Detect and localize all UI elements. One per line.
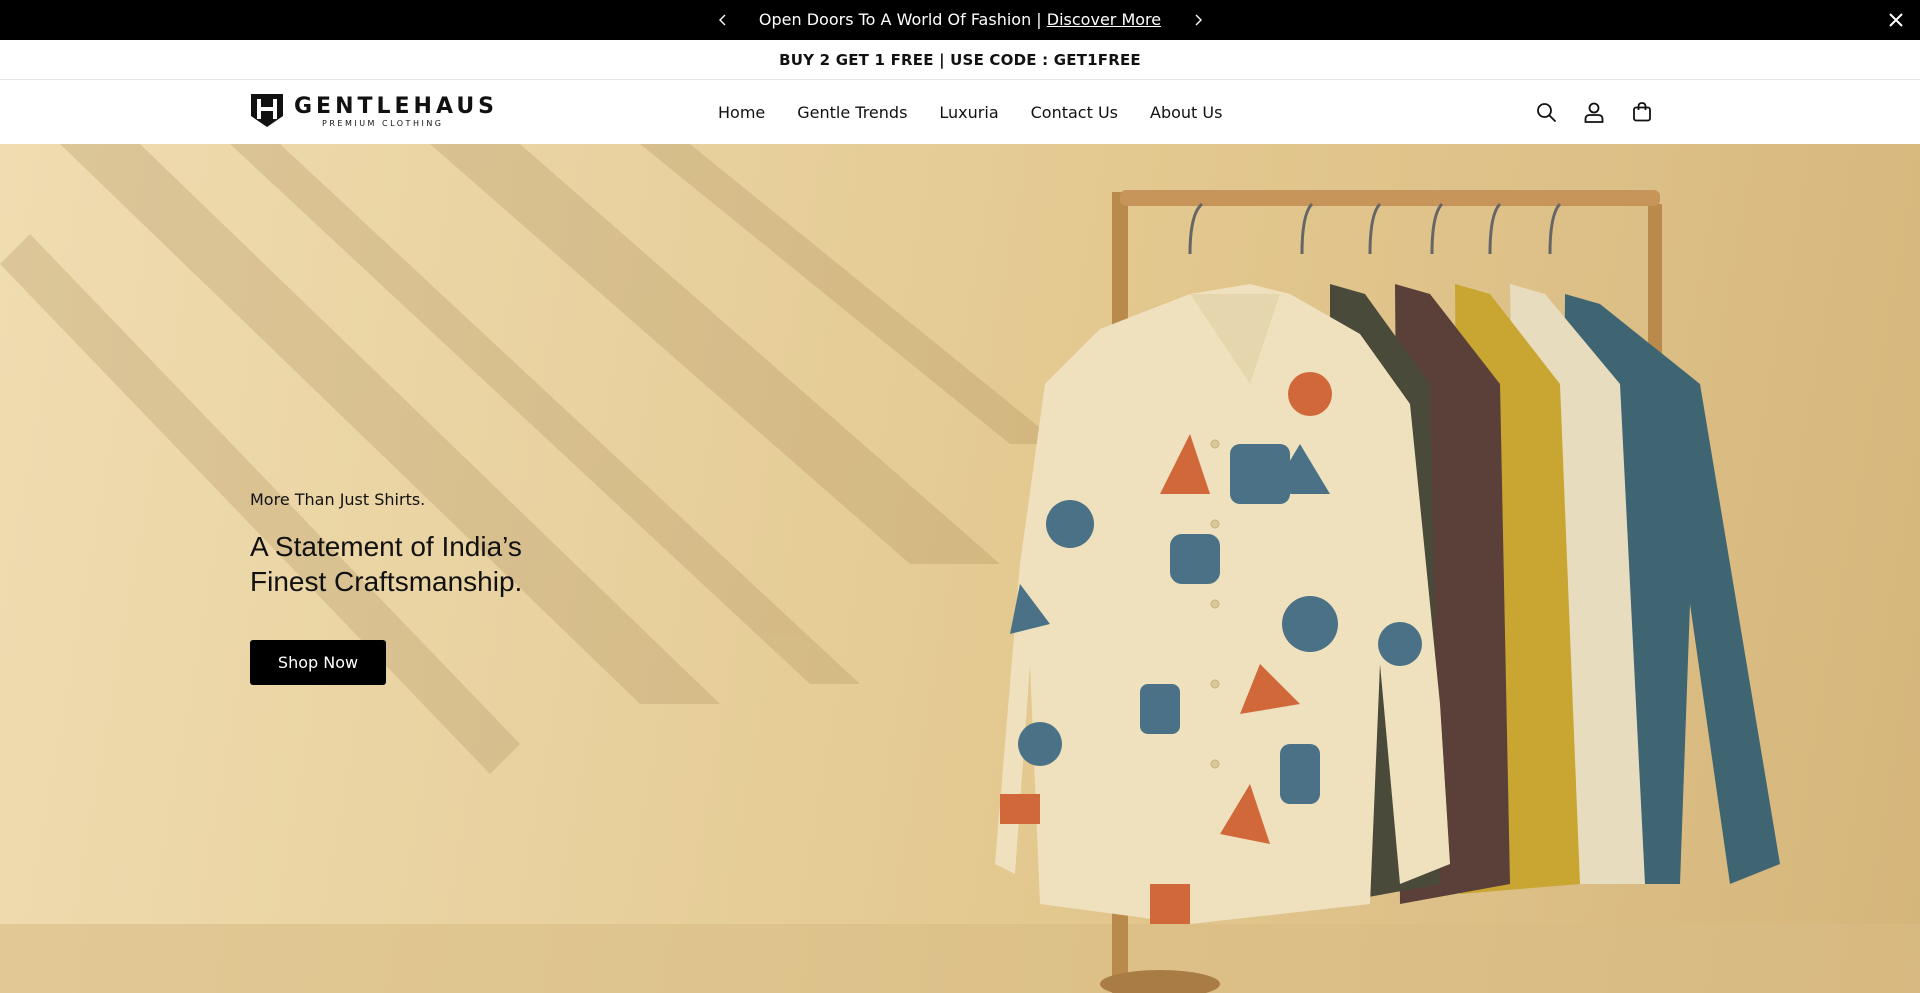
- nav-about-us[interactable]: About Us: [1150, 103, 1222, 122]
- logo-subtitle: PREMIUM CLOTHING: [322, 119, 444, 128]
- hero-text: More Than Just Shirts. A Statement of In…: [250, 490, 670, 685]
- shop-now-button[interactable]: Shop Now: [250, 640, 386, 685]
- promo-bar: BUY 2 GET 1 FREE | USE CODE : GET1FREE: [0, 40, 1920, 80]
- hero-eyebrow: More Than Just Shirts.: [250, 490, 426, 509]
- logo[interactable]: GENTLEHAUS PREMIUM CLOTHING: [250, 92, 494, 130]
- hero-headline-line1: A Statement of India’s: [250, 531, 522, 562]
- chevron-right-icon[interactable]: [1190, 12, 1206, 28]
- announcement-message: Open Doors To A World Of Fashion | Disco…: [0, 0, 1920, 40]
- nav-gentle-trends[interactable]: Gentle Trends: [797, 103, 907, 122]
- logo-brand: GENTLEHAUS: [294, 94, 499, 119]
- hero-headline-line2: Finest Craftsmanship.: [250, 566, 523, 597]
- announcement-text: Open Doors To A World Of Fashion |: [758, 10, 1042, 29]
- hero-headline: A Statement of India’s Finest Craftsmans…: [250, 529, 670, 599]
- nav-home[interactable]: Home: [718, 103, 765, 122]
- nav-luxuria[interactable]: Luxuria: [939, 103, 998, 122]
- site-header: GENTLEHAUS PREMIUM CLOTHING Home Gentle …: [0, 80, 1920, 144]
- logo-mark-icon: [251, 94, 283, 127]
- nav-contact-us[interactable]: Contact Us: [1031, 103, 1118, 122]
- hero-banner: More Than Just Shirts. A Statement of In…: [0, 144, 1920, 993]
- search-icon[interactable]: [1534, 100, 1558, 124]
- close-icon[interactable]: [1886, 10, 1906, 30]
- account-icon[interactable]: [1582, 100, 1606, 124]
- announcement-bar: Open Doors To A World Of Fashion | Disco…: [0, 0, 1920, 40]
- cart-icon[interactable]: [1630, 100, 1654, 124]
- main-nav: Home Gentle Trends Luxuria Contact Us Ab…: [718, 80, 1222, 144]
- header-icons: [1534, 100, 1654, 124]
- discover-more-link[interactable]: Discover More: [1047, 10, 1161, 29]
